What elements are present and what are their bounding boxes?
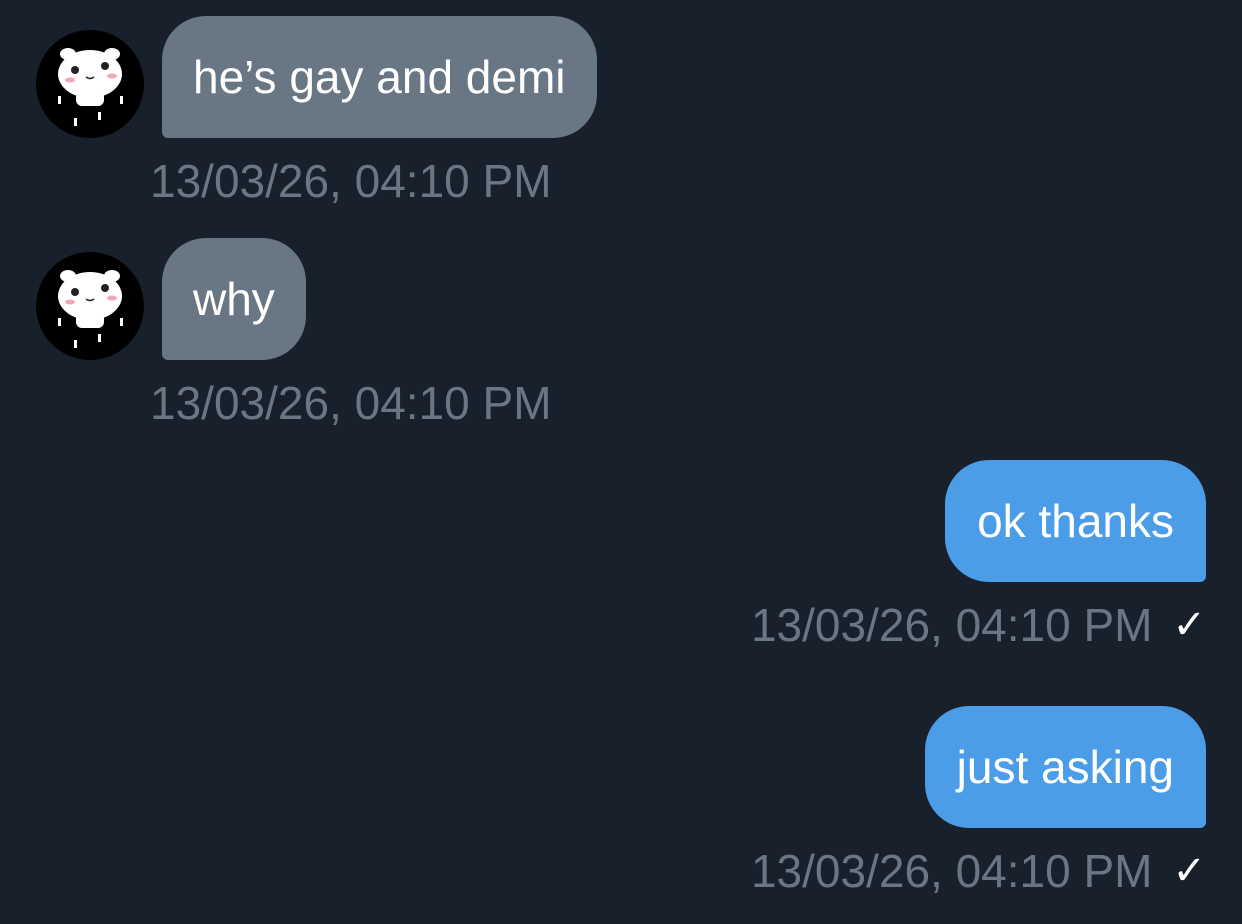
check-icon: ✓ <box>1172 849 1206 893</box>
hamster-avatar-icon <box>58 48 123 126</box>
message-meta: 13/03/26, 04:10 PM ✓ <box>0 846 1242 896</box>
message-incoming: he’s gay and demi 13/03/26, 04:10 PM <box>0 16 1242 206</box>
contact-avatar[interactable] <box>36 252 144 360</box>
message-timestamp: 13/03/26, 04:10 PM <box>150 377 552 429</box>
message-bubble[interactable]: ok thanks <box>945 460 1206 582</box>
message-row: why <box>0 238 1242 360</box>
contact-avatar[interactable] <box>36 30 144 138</box>
chat-thread[interactable]: he’s gay and demi 13/03/26, 04:10 PM why… <box>0 0 1242 924</box>
message-outgoing: ok thanks 13/03/26, 04:10 PM ✓ <box>0 460 1242 650</box>
message-row: he’s gay and demi <box>0 16 1242 138</box>
message-row: just asking <box>0 706 1242 828</box>
message-bubble[interactable]: just asking <box>924 706 1206 828</box>
message-bubble[interactable]: he’s gay and demi <box>162 16 597 138</box>
message-outgoing: just asking 13/03/26, 04:10 PM ✓ <box>0 706 1242 896</box>
message-bubble[interactable]: why <box>162 238 306 360</box>
check-icon: ✓ <box>1172 603 1206 647</box>
message-row: ok thanks <box>0 460 1242 582</box>
message-incoming: why 13/03/26, 04:10 PM <box>0 238 1242 428</box>
message-meta: 13/03/26, 04:10 PM ✓ <box>0 600 1242 650</box>
message-timestamp: 13/03/26, 04:10 PM <box>750 599 1153 651</box>
message-timestamp: 13/03/26, 04:10 PM <box>150 155 552 207</box>
message-timestamp: 13/03/26, 04:10 PM <box>750 845 1153 897</box>
hamster-avatar-icon <box>58 270 123 348</box>
